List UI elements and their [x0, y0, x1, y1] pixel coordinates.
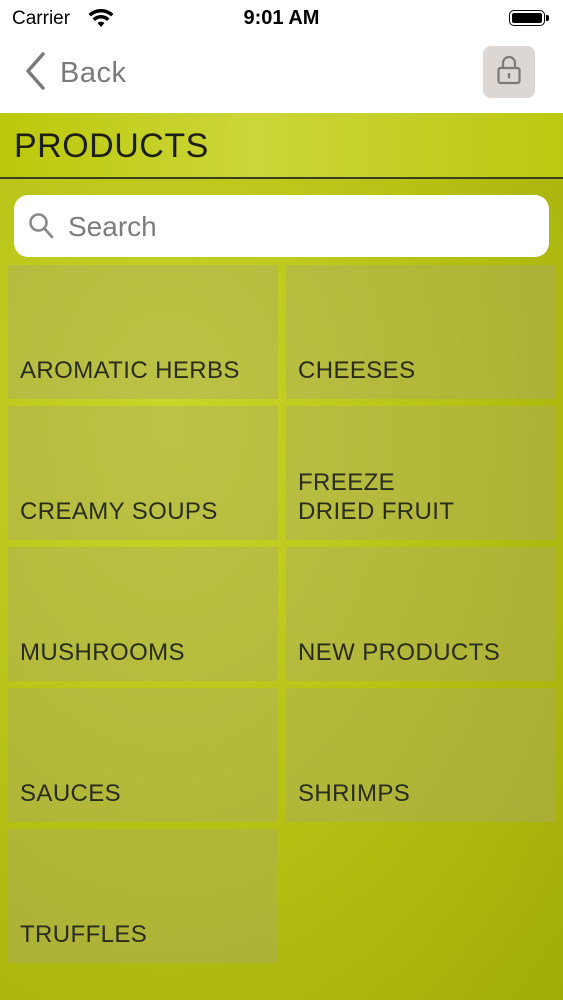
search-bar[interactable] [14, 195, 549, 257]
search-icon [28, 212, 54, 245]
category-tile-creamy-soups[interactable]: CREAMY SOUPS [8, 406, 278, 540]
category-tile-shrimps[interactable]: SHRIMPS [286, 688, 556, 822]
battery-icon [509, 10, 551, 28]
category-label: MUSHROOMS [20, 639, 185, 666]
category-tile-sauces[interactable]: SAUCES [8, 688, 278, 822]
back-button[interactable]: Back [24, 51, 127, 96]
page-header: PRODUCTS [0, 113, 563, 179]
back-label: Back [60, 56, 127, 89]
category-label: AROMATIC HERBS [20, 357, 240, 384]
category-label: CREAMY SOUPS [20, 498, 218, 525]
category-tile-truffles[interactable]: TRUFFLES [8, 829, 278, 963]
products-screen: PRODUCTS AROMATIC HERBS CHEESES CREAMY S… [0, 113, 563, 1000]
navigation-bar: Back [0, 38, 563, 113]
chevron-left-icon [24, 51, 46, 96]
category-label: FREEZE DRIED FRUIT [298, 469, 455, 525]
category-grid: AROMATIC HERBS CHEESES CREAMY SOUPS FREE… [0, 265, 563, 1000]
category-tile-new-products[interactable]: NEW PRODUCTS [286, 547, 556, 681]
lock-button[interactable] [483, 46, 535, 98]
search-input[interactable] [66, 203, 540, 251]
status-bar: Carrier 9:01 AM [0, 0, 563, 38]
category-tile-freeze-dried-fruit[interactable]: FREEZE DRIED FRUIT [286, 406, 556, 540]
category-tile-cheeses[interactable]: CHEESES [286, 265, 556, 399]
category-tile-aromatic-herbs[interactable]: AROMATIC HERBS [8, 265, 278, 399]
page-title: PRODUCTS [14, 127, 209, 165]
category-label: NEW PRODUCTS [298, 639, 501, 666]
category-tile-mushrooms[interactable]: MUSHROOMS [8, 547, 278, 681]
category-label: CHEESES [298, 357, 416, 384]
category-label: SAUCES [20, 780, 122, 807]
category-label: SHRIMPS [298, 780, 411, 807]
status-time: 9:01 AM [243, 7, 320, 29]
lock-icon [496, 54, 522, 91]
category-label: TRUFFLES [20, 921, 148, 948]
